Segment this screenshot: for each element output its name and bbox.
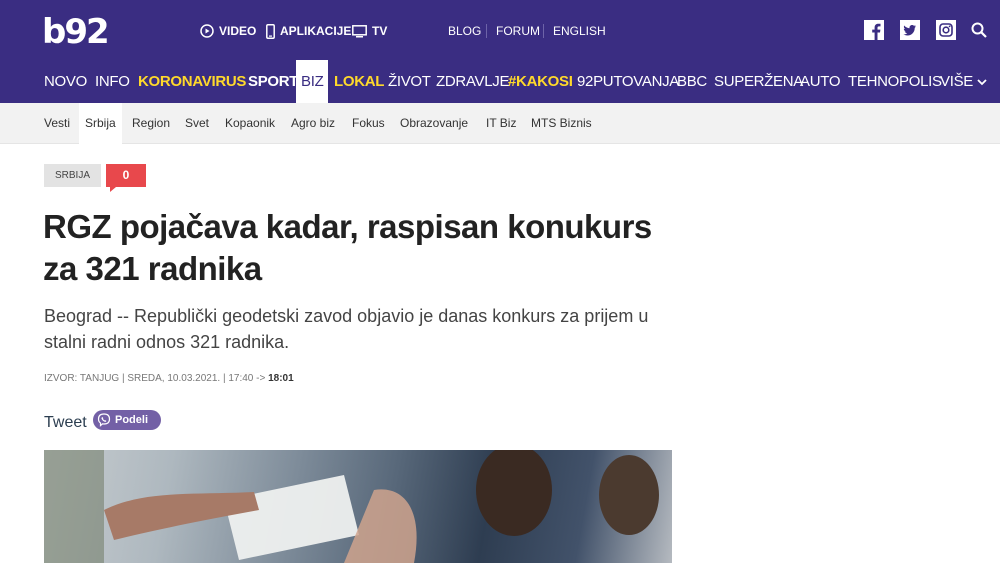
instagram-icon[interactable] <box>936 20 956 40</box>
subnav-item-vesti[interactable]: Vesti <box>44 103 70 144</box>
tv-link-label: TV <box>372 24 388 38</box>
blog-link[interactable]: BLOG <box>448 24 481 38</box>
apps-link-label: APLIKACIJE <box>280 24 352 38</box>
subnav-item-region[interactable]: Region <box>132 103 170 144</box>
site-header: b92 VIDEO APLIKACIJE TV BLOG FORUM ENGLI… <box>0 0 1000 103</box>
nav-item-92putovanja[interactable]: 92PUTOVANJA <box>577 60 679 103</box>
chevron-down-icon <box>977 78 987 85</box>
nav-item-lokal[interactable]: LOKAL <box>334 60 384 103</box>
subnav-item-agro-biz[interactable]: Agro biz <box>291 103 335 144</box>
nav-item-info[interactable]: INFO <box>95 60 130 103</box>
tv-link[interactable]: TV <box>352 22 387 40</box>
twitter-icon[interactable] <box>900 20 920 40</box>
tweet-button[interactable]: Tweet <box>44 414 87 432</box>
facebook-icon[interactable] <box>864 20 884 40</box>
nav-item-superzena[interactable]: SUPERŽENA <box>714 60 803 103</box>
subnav-item-srbija[interactable]: Srbija <box>79 103 122 144</box>
viber-share-label: Podeli <box>115 414 149 426</box>
comment-count-badge[interactable]: 0 <box>106 164 146 192</box>
subnav-item-it-biz[interactable]: IT Biz <box>486 103 516 144</box>
article-photo-illustration <box>44 450 659 563</box>
article-meta-text: IZVOR: TANJUG | SREDA, 10.03.2021. | 17:… <box>44 373 266 384</box>
nav-item-koronavirus[interactable]: KORONAVIRUS <box>138 60 246 103</box>
site-logo[interactable]: b92 <box>42 12 110 52</box>
divider <box>486 24 487 38</box>
subnav-item-kopaonik[interactable]: Kopaonik <box>225 103 275 144</box>
nav-item-novo[interactable]: NOVO <box>44 60 87 103</box>
subnav-item-obrazovanje[interactable]: Obrazovanje <box>400 103 468 144</box>
forum-link[interactable]: FORUM <box>496 24 540 38</box>
nav-item-vise[interactable]: VIŠE <box>940 60 987 103</box>
play-circle-icon <box>200 24 214 38</box>
article-meta: IZVOR: TANJUG | SREDA, 10.03.2021. | 17:… <box>44 373 294 384</box>
article-image <box>44 450 672 563</box>
nav-item-kakosi[interactable]: #KAKOSI <box>508 60 573 103</box>
nav-item-tehnopolis[interactable]: TEHNOPOLIS <box>848 60 942 103</box>
subnav-item-mts-biznis[interactable]: MTS Biznis <box>531 103 592 144</box>
nav-item-zdravlje[interactable]: ZDRAVLJE <box>436 60 509 103</box>
phone-icon <box>266 23 275 39</box>
nav-item-biz[interactable]: BIZ <box>296 60 329 103</box>
article-lead: Beograd -- Republički geodetski zavod ob… <box>44 306 649 352</box>
viber-share-button[interactable]: Podeli <box>93 410 161 430</box>
video-link[interactable]: VIDEO <box>200 22 256 40</box>
main-navigation: NOVO INFO KORONAVIRUS SPORT BIZ LOKAL ŽI… <box>0 60 1000 103</box>
nav-item-zivot[interactable]: ŽIVOT <box>388 60 431 103</box>
nav-item-auto[interactable]: AUTO <box>800 60 841 103</box>
header-top-row: b92 VIDEO APLIKACIJE TV BLOG FORUM ENGLI… <box>0 0 1000 60</box>
tv-icon <box>352 24 367 37</box>
subnav-item-fokus[interactable]: Fokus <box>352 103 385 144</box>
search-icon[interactable] <box>971 22 987 38</box>
divider <box>543 24 544 38</box>
apps-link[interactable]: APLIKACIJE <box>266 22 351 40</box>
video-link-label: VIDEO <box>219 24 257 38</box>
article-title: RGZ pojačava kadar, raspisan konukurs za… <box>43 208 652 287</box>
nav-item-bbc[interactable]: BBC <box>677 60 707 103</box>
category-tag[interactable]: SRBIJA <box>44 164 101 187</box>
english-link[interactable]: ENGLISH <box>553 24 606 38</box>
subnav-item-svet[interactable]: Svet <box>185 103 209 144</box>
sub-navigation: Vesti Srbija Region Svet Kopaonik Agro b… <box>0 103 1000 144</box>
article-updated-time: 18:01 <box>268 373 294 384</box>
nav-item-vise-label: VIŠE <box>940 73 973 90</box>
viber-icon <box>97 413 111 427</box>
nav-item-sport[interactable]: SPORT <box>248 60 298 103</box>
